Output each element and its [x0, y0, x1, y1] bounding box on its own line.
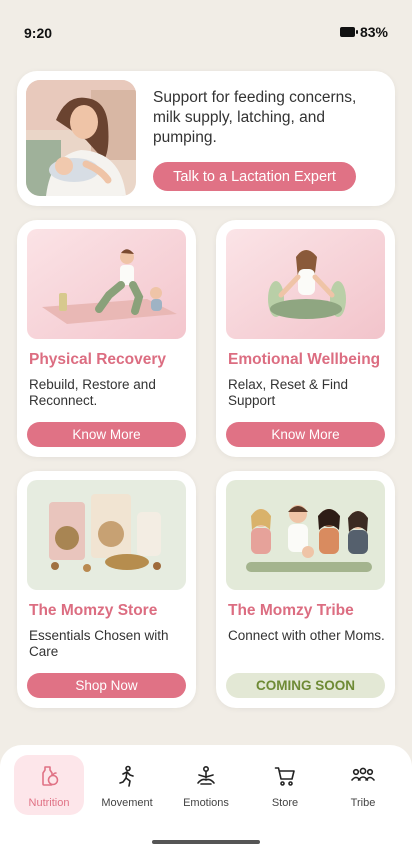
nav-label: Nutrition — [28, 797, 70, 809]
status-time: 9:20 — [24, 25, 53, 41]
shop-now-button[interactable]: Shop Now — [27, 673, 186, 698]
nav-label: Movement — [101, 797, 153, 809]
status-bar: 9:20 83% — [0, 0, 412, 60]
home-indicator[interactable] — [152, 840, 260, 844]
lactation-card: Support for feeding concerns, milk suppl… — [17, 71, 395, 206]
nav-item-nutrition[interactable]: Nutrition — [14, 755, 84, 815]
momzy-store-card[interactable]: The Momzy Store Essentials Chosen with C… — [17, 471, 196, 708]
nav-item-movement[interactable]: Movement — [92, 755, 162, 815]
status-right: 83% — [339, 24, 388, 40]
tile-description: Connect with other Moms. — [228, 628, 385, 643]
talk-to-expert-button[interactable]: Talk to a Lactation Expert — [153, 162, 356, 191]
know-more-button[interactable]: Know More — [27, 422, 186, 447]
momzy-tribe-card[interactable]: The Momzy Tribe Connect with other Moms.… — [216, 471, 395, 708]
tile-description: Essentials Chosen with Care — [29, 628, 169, 659]
tile-description: Rebuild, Restore and Reconnect. — [29, 377, 156, 408]
store-products-illustration — [27, 480, 186, 590]
cart-icon — [274, 765, 296, 792]
battery-icon — [339, 27, 358, 37]
physical-recovery-card[interactable]: Physical Recovery Rebuild, Restore and R… — [17, 220, 196, 457]
battery-percent: 83% — [359, 24, 388, 40]
movement-icon — [116, 765, 138, 792]
nutrition-icon — [38, 765, 60, 792]
group-icon — [351, 765, 375, 792]
nav-item-tribe[interactable]: Tribe — [328, 755, 398, 815]
meditation-icon — [195, 765, 217, 792]
nav-item-emotions[interactable]: Emotions — [171, 755, 241, 815]
tribe-illustration — [226, 480, 385, 590]
know-more-button[interactable]: Know More — [226, 422, 385, 447]
physical-recovery-illustration — [27, 229, 186, 339]
tile-title: Physical Recovery — [29, 351, 167, 368]
tile-title: The Momzy Tribe — [228, 602, 354, 619]
tile-description: Relax, Reset & Find Support — [228, 377, 349, 408]
lactation-description: Support for feeding concerns, milk suppl… — [153, 89, 357, 146]
emotional-wellbeing-card[interactable]: Emotional Wellbeing Relax, Reset & Find … — [216, 220, 395, 457]
nav-item-store[interactable]: Store — [250, 755, 320, 815]
meditation-illustration — [226, 229, 385, 339]
coming-soon-badge: COMING SOON — [226, 673, 385, 698]
tile-title: Emotional Wellbeing — [228, 351, 381, 368]
nav-label: Emotions — [183, 797, 229, 809]
nav-label: Store — [271, 797, 299, 809]
tile-title: The Momzy Store — [29, 602, 158, 619]
breastfeeding-illustration — [26, 80, 136, 196]
nav-label: Tribe — [350, 797, 376, 809]
